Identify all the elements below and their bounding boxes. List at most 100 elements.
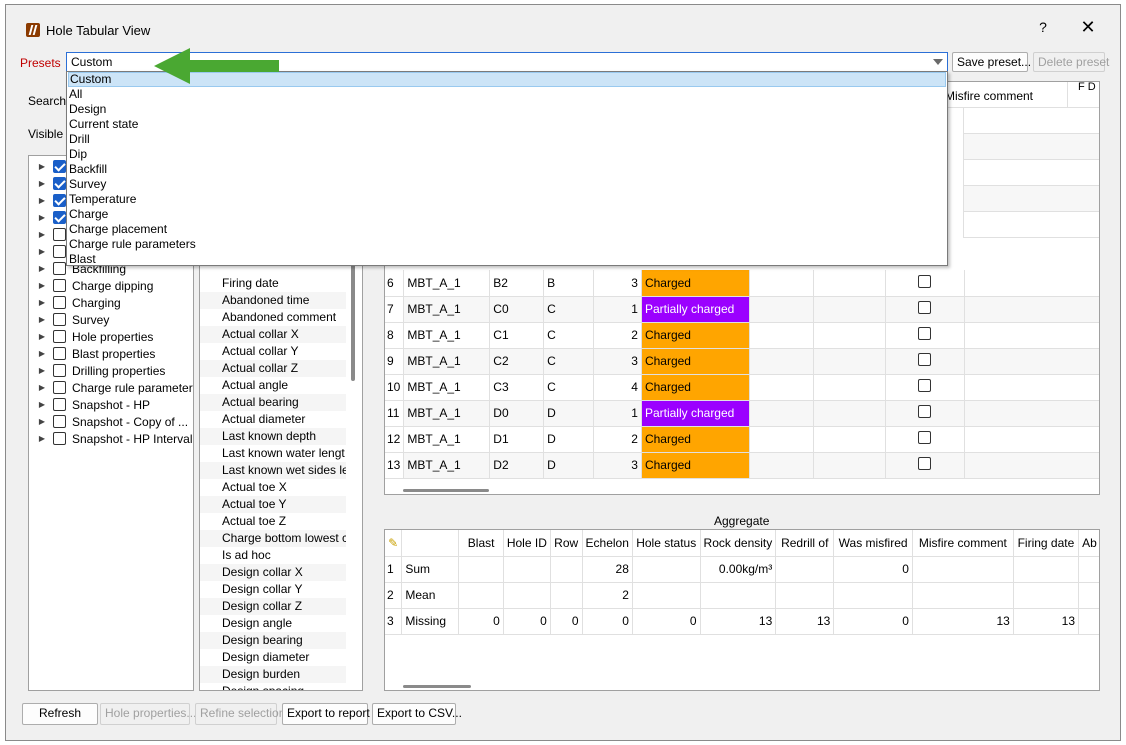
column-list-item[interactable]: Actual bearing <box>200 394 346 411</box>
cell-blast[interactable]: MBT_A_1 <box>403 270 491 297</box>
aggregate-cell[interactable] <box>632 556 701 583</box>
checkbox[interactable] <box>918 301 932 314</box>
aggregate-cell[interactable]: 0 <box>458 608 504 635</box>
checkbox[interactable] <box>53 381 66 394</box>
cell-was-misfired[interactable] <box>885 452 966 479</box>
export-report-button[interactable]: Export to report <box>282 703 370 725</box>
cell-blast[interactable]: MBT_A_1 <box>403 322 491 349</box>
cell-echelon[interactable]: 4 <box>593 374 642 401</box>
refresh-button[interactable]: Refresh <box>22 703 98 725</box>
horizontal-scrollbar[interactable] <box>403 489 489 492</box>
column-list-item[interactable]: Design collar X <box>200 564 346 581</box>
cell-hole-status[interactable]: Partially charged <box>641 400 750 427</box>
checkbox[interactable] <box>53 432 66 445</box>
expand-arrow-icon[interactable]: ▶ <box>35 230 49 239</box>
cell-hole-status[interactable]: Charged <box>641 426 750 453</box>
cell-redrill-of[interactable] <box>813 322 886 349</box>
grid-table[interactable]: 6 MBT_A_1 B2 B 3 Charged 7 MBT_A_1 C0 C 1 Partially… <box>385 270 1099 479</box>
cell-misfire-comment[interactable] <box>964 296 1099 323</box>
cell-echelon[interactable]: 3 <box>593 452 642 479</box>
expand-arrow-icon[interactable]: ▶ <box>35 434 49 443</box>
aggregate-header[interactable]: Ab <box>1078 530 1099 557</box>
table-row[interactable]: 13 MBT_A_1 D2 D 3 Charged <box>385 452 1099 479</box>
aggregate-cell[interactable]: 28 <box>582 556 633 583</box>
cell-echelon[interactable]: 3 <box>593 348 642 375</box>
checkbox[interactable] <box>53 313 66 326</box>
table-row[interactable]: 10 MBT_A_1 C3 C 4 Charged <box>385 374 1099 401</box>
expand-arrow-icon[interactable]: ▶ <box>35 196 49 205</box>
cell-hole-id[interactable]: C3 <box>489 374 545 401</box>
edit-icon[interactable]: ✎ <box>385 530 403 557</box>
cell-blast[interactable]: MBT_A_1 <box>403 296 491 323</box>
column-list-item[interactable]: Design diameter <box>200 649 346 666</box>
preset-option[interactable]: Charge <box>68 207 946 222</box>
aggregate-cell[interactable] <box>912 582 1014 609</box>
checkbox[interactable] <box>53 347 66 360</box>
cell-row[interactable]: B <box>543 270 595 297</box>
table-row[interactable]: 7 MBT_A_1 C0 C 1 Partially charged <box>385 296 1099 323</box>
cell-echelon[interactable]: 2 <box>593 426 642 453</box>
cell-redrill-of[interactable] <box>813 374 886 401</box>
cell-hole-id[interactable]: D2 <box>489 452 545 479</box>
aggregate-header[interactable]: Echelon <box>582 530 633 557</box>
cell-hole-status[interactable]: Charged <box>641 374 750 401</box>
aggregate-cell[interactable]: 13 <box>1013 608 1080 635</box>
preset-option[interactable]: Design <box>68 102 946 117</box>
column-list-item[interactable]: Actual toe X <box>200 479 346 496</box>
cell-redrill-of[interactable] <box>813 348 886 375</box>
preset-option[interactable]: Drill <box>68 132 946 147</box>
aggregate-cell[interactable]: 0 <box>833 556 913 583</box>
table-row[interactable]: 3 Missing 0 0 0 0 0 13 13 0 13 13 <box>385 608 1099 635</box>
aggregate-header[interactable]: Misfire comment <box>912 530 1014 557</box>
column-list-item[interactable]: Design collar Z <box>200 598 346 615</box>
cell-echelon[interactable]: 1 <box>593 400 642 427</box>
preset-option[interactable]: Charge rule parameters <box>68 237 946 252</box>
cell-blast[interactable]: MBT_A_1 <box>403 426 491 453</box>
preset-option[interactable]: Temperature <box>68 192 946 207</box>
cell-blast[interactable]: MBT_A_1 <box>403 348 491 375</box>
checkbox[interactable] <box>918 327 932 340</box>
column-list-item[interactable]: Last known wet sides le <box>200 462 346 479</box>
preset-option[interactable]: Backfill <box>68 162 946 177</box>
checkbox[interactable] <box>918 379 932 392</box>
chevron-down-icon[interactable] <box>933 59 943 65</box>
cell-misfire-comment[interactable] <box>964 374 1099 401</box>
cell-row[interactable]: C <box>543 374 595 401</box>
aggregate-cell[interactable] <box>833 582 913 609</box>
cell-was-misfired[interactable] <box>885 348 966 375</box>
preset-option[interactable]: All <box>68 87 946 102</box>
expand-arrow-icon[interactable]: ▶ <box>35 264 49 273</box>
checkbox[interactable] <box>53 177 66 190</box>
table-row[interactable]: 6 MBT_A_1 B2 B 3 Charged <box>385 270 1099 297</box>
column-list-item[interactable]: Actual toe Y <box>200 496 346 513</box>
preset-option[interactable]: Dip <box>68 147 946 162</box>
column-list-item[interactable]: Actual angle <box>200 377 346 394</box>
aggregate-cell[interactable] <box>1078 608 1099 635</box>
aggregate-cell[interactable] <box>632 582 701 609</box>
expand-arrow-icon[interactable]: ▶ <box>35 162 49 171</box>
checkbox[interactable] <box>53 296 66 309</box>
aggregate-cell[interactable] <box>550 582 583 609</box>
cell-rock-density[interactable] <box>749 374 814 401</box>
table-row[interactable]: 1 Sum 28 0.00kg/m³ 0 <box>385 556 1099 583</box>
preset-option[interactable]: Current state <box>68 117 946 132</box>
tree-item[interactable]: ▶ Blast properties <box>29 345 155 362</box>
close-button[interactable]: ✕ <box>1073 17 1103 38</box>
column-list-item[interactable]: Actual collar Z <box>200 360 346 377</box>
cell-rock-density[interactable] <box>749 452 814 479</box>
aggregate-cell[interactable] <box>503 582 551 609</box>
cell-blast[interactable]: MBT_A_1 <box>403 374 491 401</box>
cell-redrill-of[interactable] <box>813 296 886 323</box>
cell-echelon[interactable]: 3 <box>593 270 642 297</box>
cell-was-misfired[interactable] <box>885 374 966 401</box>
checkbox[interactable] <box>53 211 66 224</box>
column-list-item[interactable]: Last known depth <box>200 428 346 445</box>
cell-hole-status[interactable]: Charged <box>641 322 750 349</box>
aggregate-grid[interactable]: ✎ Blast Hole ID Row Echelon Hole status Rock d… <box>384 529 1100 691</box>
aggregate-cell[interactable] <box>458 582 504 609</box>
aggregate-cell[interactable] <box>775 556 835 583</box>
aggregate-cell[interactable]: 0 <box>632 608 701 635</box>
export-csv-button[interactable]: Export to CSV... <box>372 703 462 725</box>
aggregate-header[interactable]: Row <box>550 530 583 557</box>
column-list-item[interactable]: Abandoned comment <box>200 309 346 326</box>
